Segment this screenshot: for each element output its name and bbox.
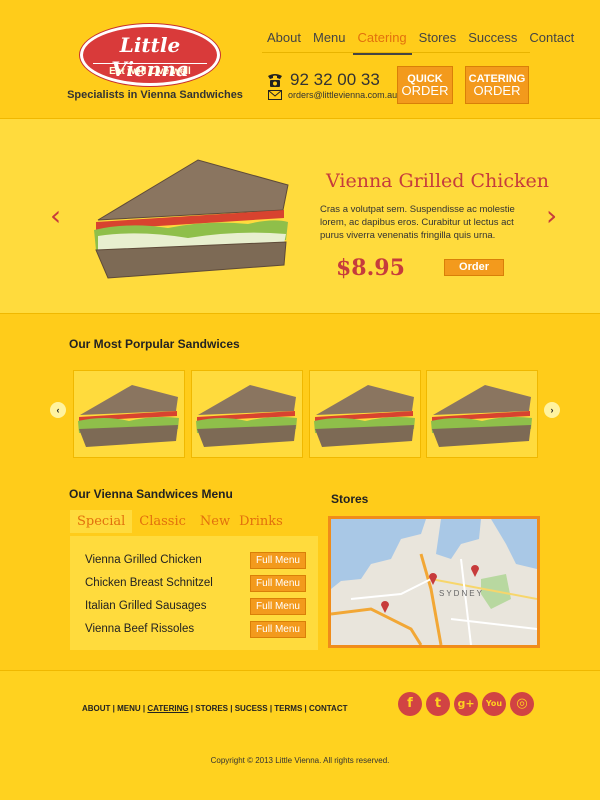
copyright: Copyright © 2013 Little Vienna. All righ… (210, 756, 390, 765)
social-links: f t g+ You ◎ (398, 692, 534, 716)
full-menu-button[interactable]: Full Menu (250, 621, 306, 638)
menu-item-name: Vienna Grilled Chicken (85, 554, 202, 566)
quick-order-bottom: ORDER (401, 83, 449, 98)
nav-divider (262, 52, 530, 53)
menu-item-name: Italian Grilled Sausages (85, 600, 207, 612)
hero-price: $8.95 (336, 255, 405, 281)
popular-prev-arrow[interactable]: ‹ (50, 402, 66, 418)
footer (0, 670, 600, 800)
stores-title: Stores (331, 492, 369, 506)
hero-description: Cras a volutpat sem. Suspendisse ac mole… (320, 204, 515, 241)
footer-links: ABOUT | MENU | CATERING | STORES | SUCES… (82, 704, 348, 713)
logo-slogan: Eat well Live well (93, 63, 207, 77)
tab-drinks[interactable]: Drinks (232, 510, 290, 533)
footer-link-menu[interactable]: MENU (117, 704, 141, 713)
menu-item-name: Chicken Breast Schnitzel (85, 577, 213, 589)
hero-sandwich-image (94, 159, 289, 279)
sandwich-thumb-image (196, 385, 297, 447)
menu-title: Our Vienna Sandwices Menu (69, 487, 233, 501)
phone-number[interactable]: 92 32 00 33 (290, 70, 380, 90)
map-image (331, 519, 537, 645)
full-menu-button[interactable]: Full Menu (250, 552, 306, 569)
hero-order-button[interactable]: Order (444, 259, 504, 276)
tab-new[interactable]: New (193, 510, 232, 533)
menu-list: Vienna Grilled Chicken Full Menu Chicken… (70, 536, 318, 650)
catering-order-button[interactable]: CATERING ORDER (465, 66, 529, 104)
email-contact: orders@littlevienna.com.au (268, 90, 397, 100)
hero-prev-arrow[interactable]: ‹ (50, 199, 61, 232)
catering-order-bottom: ORDER (473, 83, 521, 98)
phone-icon (268, 74, 282, 87)
sandwich-thumb-image (78, 385, 179, 447)
popular-item[interactable] (191, 370, 303, 458)
popular-item[interactable] (309, 370, 421, 458)
phone-contact: 92 32 00 33 (266, 70, 380, 90)
envelope-icon (268, 90, 282, 100)
map-label: SYDNEY (439, 589, 484, 598)
popular-title: Our Most Porpular Sandwices (69, 337, 240, 351)
sandwich-thumb-image (314, 385, 415, 447)
instagram-icon[interactable]: ◎ (510, 692, 534, 716)
footer-link-sucess[interactable]: SUCESS (235, 704, 268, 713)
twitter-icon[interactable]: t (426, 692, 450, 716)
logo[interactable]: Little Vienna Eat well Live well (80, 24, 220, 86)
footer-link-terms[interactable]: TERMS (274, 704, 302, 713)
facebook-icon[interactable]: f (398, 692, 422, 716)
popular-item[interactable] (426, 370, 538, 458)
footer-link-catering[interactable]: CATERING (147, 704, 188, 713)
email-address[interactable]: orders@littlevienna.com.au (288, 90, 397, 100)
popular-item[interactable] (73, 370, 185, 458)
tagline: Specialists in Vienna Sandwiches (67, 89, 243, 101)
youtube-icon[interactable]: You (482, 692, 506, 716)
sandwich-thumb-image (431, 385, 532, 447)
nav-contact[interactable]: Contact (524, 30, 579, 55)
stores-map[interactable]: SYDNEY (328, 516, 540, 648)
footer-link-about[interactable]: ABOUT (82, 704, 110, 713)
full-menu-button[interactable]: Full Menu (250, 598, 306, 615)
menu-tabs: Special Classic New Drinks (70, 510, 290, 533)
full-menu-button[interactable]: Full Menu (250, 575, 306, 592)
google-plus-icon[interactable]: g+ (454, 692, 478, 716)
tab-special[interactable]: Special (70, 510, 133, 533)
tab-classic[interactable]: Classic (132, 510, 193, 533)
hero-title: Vienna Grilled Chicken (326, 170, 549, 192)
popular-next-arrow[interactable]: › (544, 402, 560, 418)
quick-order-button[interactable]: QUICK ORDER (397, 66, 453, 104)
hero-next-arrow[interactable]: › (546, 199, 557, 232)
footer-link-contact[interactable]: CONTACT (309, 704, 348, 713)
menu-item-name: Vienna Beef Rissoles (85, 623, 195, 635)
footer-link-stores[interactable]: STORES (195, 704, 228, 713)
